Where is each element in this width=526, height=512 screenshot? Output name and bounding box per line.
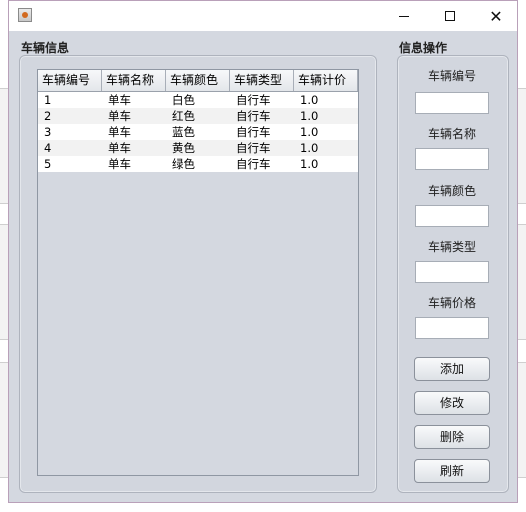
refresh-button[interactable]: 刷新 <box>414 459 490 483</box>
column-header-color[interactable]: 车辆颜色 <box>166 70 230 91</box>
cell-price: 1.0 <box>300 125 319 139</box>
delete-button[interactable]: 删除 <box>414 425 490 449</box>
cell-id: 1 <box>44 93 52 107</box>
vehicle-id-label: 车辆编号 <box>427 69 476 83</box>
column-header-name[interactable]: 车辆名称 <box>102 70 166 91</box>
cell-price: 1.0 <box>300 157 319 171</box>
cell-type: 自行车 <box>236 109 271 123</box>
close-button[interactable]: ✕ <box>473 1 519 31</box>
close-icon: ✕ <box>489 6 503 26</box>
cell-name: 单车 <box>108 109 131 123</box>
vehicle-table[interactable]: 车辆编号 车辆名称 车辆颜色 车辆类型 车辆计价 1 单车 白色 自行车 1.0… <box>37 69 359 476</box>
cell-id: 3 <box>44 125 52 139</box>
table-header: 车辆编号 车辆名称 车辆颜色 车辆类型 车辆计价 <box>38 70 358 92</box>
cell-type: 自行车 <box>236 141 271 155</box>
cell-name: 单车 <box>108 125 131 139</box>
cell-type: 自行车 <box>236 157 271 171</box>
table-row[interactable]: 3 单车 蓝色 自行车 1.0 <box>38 124 358 140</box>
edit-button[interactable]: 修改 <box>414 391 490 415</box>
cell-id: 2 <box>44 109 52 123</box>
cell-id: 5 <box>44 157 52 171</box>
vehicle-type-field[interactable] <box>415 261 489 283</box>
cell-type: 自行车 <box>236 125 271 139</box>
cell-color: 红色 <box>172 109 195 123</box>
cell-name: 单车 <box>108 157 131 171</box>
vehicle-id-field[interactable] <box>415 92 489 114</box>
cell-color: 绿色 <box>172 157 195 171</box>
cell-name: 单车 <box>108 93 131 107</box>
cell-color: 蓝色 <box>172 125 195 139</box>
vehicle-color-label: 车辆颜色 <box>427 184 476 198</box>
add-button[interactable]: 添加 <box>414 357 490 381</box>
cell-color: 白色 <box>172 93 195 107</box>
vehicle-price-field[interactable] <box>415 317 489 339</box>
vehicle-color-field[interactable] <box>415 205 489 227</box>
column-header-id[interactable]: 车辆编号 <box>38 70 102 91</box>
column-header-price[interactable]: 车辆计价 <box>294 70 358 91</box>
cell-price: 1.0 <box>300 109 319 123</box>
vehicle-price-label: 车辆价格 <box>427 296 476 310</box>
minimize-icon <box>399 15 409 17</box>
table-row[interactable]: 5 单车 绿色 自行车 1.0 <box>38 156 358 172</box>
table-row[interactable]: 2 单车 红色 自行车 1.0 <box>38 108 358 124</box>
cell-price: 1.0 <box>300 141 319 155</box>
table-row[interactable]: 1 单车 白色 自行车 1.0 <box>38 92 358 108</box>
maximize-button[interactable] <box>427 1 473 31</box>
table-body: 1 单车 白色 自行车 1.0 2 单车 红色 自行车 1.0 3 单车 蓝色 … <box>38 92 358 172</box>
vehicle-management-window: ✕ 车辆信息 车辆编号 车辆名称 车辆颜色 车辆类型 车辆计价 1 单车 白色 … <box>8 0 518 503</box>
vehicle-info-title: 车辆信息 <box>21 41 70 55</box>
vehicle-name-field[interactable] <box>415 148 489 170</box>
cell-color: 黄色 <box>172 141 195 155</box>
maximize-icon <box>445 11 455 21</box>
cell-type: 自行车 <box>236 93 271 107</box>
cell-id: 4 <box>44 141 52 155</box>
column-header-type[interactable]: 车辆类型 <box>230 70 294 91</box>
operations-title: 信息操作 <box>399 41 448 55</box>
table-row[interactable]: 4 单车 黄色 自行车 1.0 <box>38 140 358 156</box>
cell-name: 单车 <box>108 141 131 155</box>
minimize-button[interactable] <box>381 1 427 31</box>
java-app-icon <box>18 8 32 22</box>
cell-price: 1.0 <box>300 93 319 107</box>
title-bar: ✕ <box>9 1 517 31</box>
vehicle-name-label: 车辆名称 <box>427 127 476 141</box>
vehicle-type-label: 车辆类型 <box>427 240 476 254</box>
